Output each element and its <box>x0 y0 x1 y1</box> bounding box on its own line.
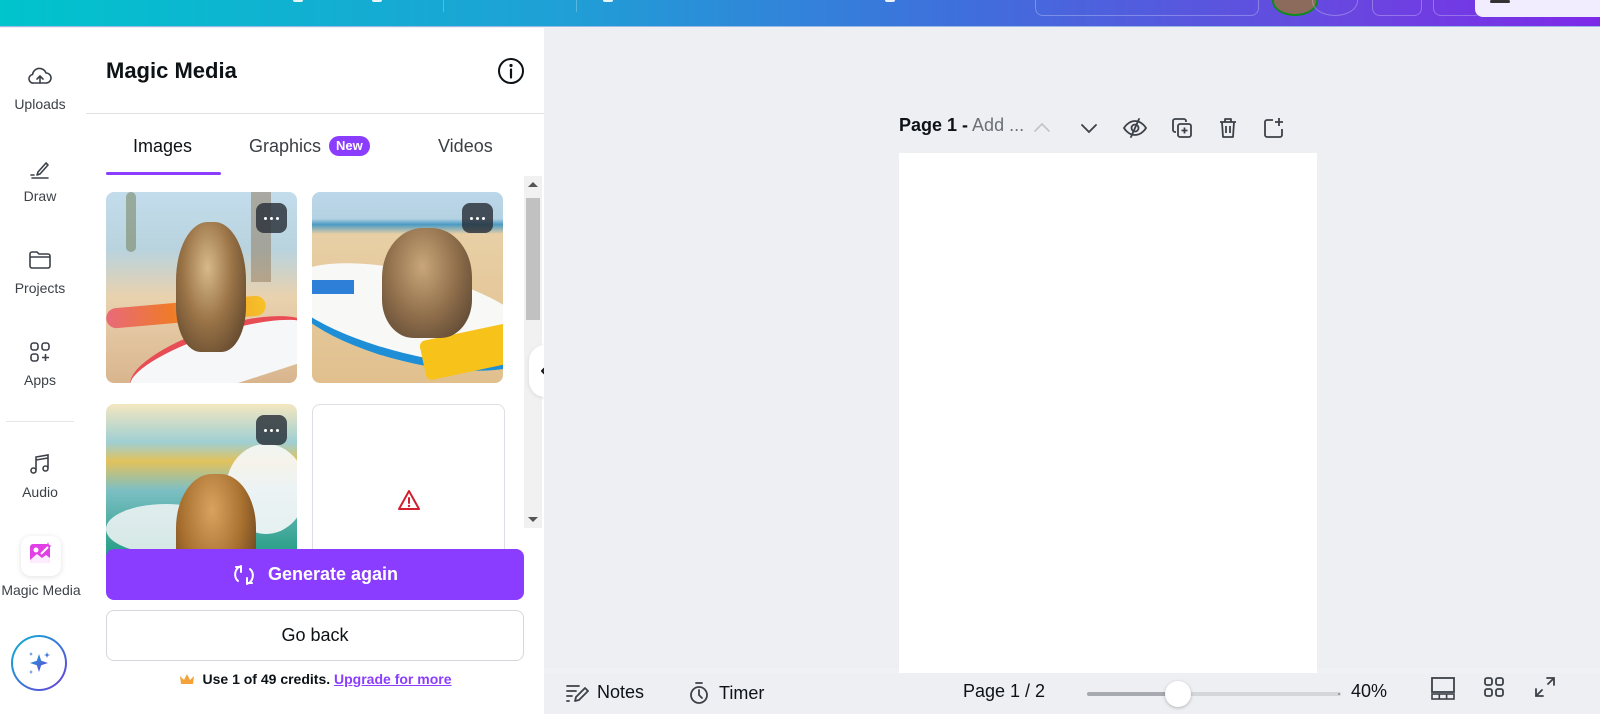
magic-media-panel: Magic Media Images Graphics New Videos G… <box>86 28 544 714</box>
crown-icon <box>179 674 194 684</box>
rail-item-uploads[interactable]: Uploads <box>0 62 80 112</box>
toolbar-icon-fragment[interactable] <box>372 0 382 2</box>
upgrade-link[interactable]: Upgrade for more <box>334 671 451 687</box>
zoom-slider-handle[interactable] <box>1165 681 1191 707</box>
rail-divider <box>6 421 74 422</box>
add-collaborator-button[interactable] <box>1312 0 1358 16</box>
palm-tree-shape <box>126 192 136 252</box>
share-button[interactable] <box>1475 0 1600 17</box>
add-page-icon[interactable] <box>1261 116 1285 140</box>
fullscreen-icon[interactable] <box>1533 675 1557 699</box>
upgrade-button[interactable] <box>1035 0 1259 16</box>
grid-view-icon[interactable] <box>1482 675 1506 699</box>
slider-max-dot <box>1338 693 1340 695</box>
timer-icon <box>690 682 708 704</box>
warning-triangle-icon <box>398 490 420 510</box>
user-avatar[interactable] <box>1272 0 1318 16</box>
analytics-button[interactable] <box>1372 0 1422 16</box>
rail-item-projects[interactable]: Projects <box>0 246 80 296</box>
rail-label: Draw <box>23 188 57 204</box>
zoom-percent-button[interactable]: 40% <box>1351 681 1387 702</box>
toolbar-divider <box>576 0 577 12</box>
zoom-slider[interactable] <box>1087 681 1341 707</box>
credits-notice: Use 1 of 49 credits. Upgrade for more <box>86 671 544 687</box>
cloud-upload-icon <box>28 67 52 84</box>
folder-icon <box>29 251 51 269</box>
results-gallery <box>106 192 506 556</box>
board-logo-shape <box>312 280 354 294</box>
more-options-button[interactable] <box>462 203 493 233</box>
cat-shape <box>176 222 246 352</box>
result-image[interactable] <box>312 192 503 383</box>
toolbar-icon-fragment[interactable] <box>885 0 895 2</box>
notes-icon <box>566 685 589 702</box>
apps-grid-plus-icon <box>30 342 50 362</box>
rail-label: Projects <box>14 280 66 296</box>
chevron-up-icon[interactable] <box>1031 116 1053 140</box>
refresh-icon <box>234 564 254 585</box>
timer-button[interactable]: Timer <box>687 681 764 705</box>
toolbar-icon-fragment[interactable] <box>293 0 303 2</box>
tab-label: Graphics <box>249 136 322 156</box>
result-image[interactable] <box>106 404 297 556</box>
design-page[interactable] <box>899 153 1317 673</box>
go-back-button[interactable]: Go back <box>106 610 524 661</box>
chevron-down-icon[interactable] <box>1078 116 1100 140</box>
panel-title: Magic Media <box>106 58 237 83</box>
panel-divider <box>86 113 544 114</box>
more-options-button[interactable] <box>256 203 287 233</box>
active-tab-indicator <box>106 172 221 175</box>
notes-button[interactable]: Notes <box>565 681 644 703</box>
toolbar-icon-fragment[interactable] <box>603 0 613 2</box>
side-rail: Uploads Draw Projects Apps Audio Magic M… <box>0 28 86 714</box>
rail-label: Audio <box>22 484 58 500</box>
credits-text: Use 1 of 49 credits. <box>202 671 331 687</box>
scroll-up-arrow[interactable] <box>528 182 538 187</box>
top-toolbar <box>0 0 1600 27</box>
editor-footer: Notes Timer Page 1 / 2 40% <box>544 673 1600 714</box>
rail-item-audio[interactable]: Audio <box>0 450 80 500</box>
pen-draw-icon <box>30 162 49 179</box>
rail-label: Uploads <box>14 96 66 112</box>
result-error-tile[interactable] <box>312 404 505 556</box>
rail-label: Magic Media <box>1 582 81 598</box>
scroll-down-arrow[interactable] <box>528 517 538 522</box>
timer-label: Timer <box>719 682 765 703</box>
toolbar-divider <box>443 0 444 12</box>
cat-shape <box>382 228 472 338</box>
thumbnail-view-icon[interactable] <box>1430 675 1456 701</box>
more-options-button[interactable] <box>256 415 287 445</box>
page-label: Page 1 - <box>899 115 969 135</box>
tab-videos[interactable]: Videos <box>438 136 493 157</box>
rail-item-apps[interactable]: Apps <box>0 338 80 388</box>
delete-page-icon[interactable] <box>1216 116 1240 140</box>
notes-label: Notes <box>597 681 645 702</box>
media-type-tabs: Images Graphics New Videos <box>106 128 524 176</box>
page-indicator[interactable]: Page 1 / 2 <box>963 681 1045 702</box>
tab-images[interactable]: Images <box>133 136 192 157</box>
ai-assistant-button[interactable] <box>11 635 67 691</box>
music-note-icon <box>30 454 49 474</box>
duplicate-page-icon[interactable] <box>1170 116 1194 140</box>
scrollbar-thumb[interactable] <box>526 198 540 320</box>
sparkle-assistant-icon <box>29 652 50 674</box>
magic-media-icon <box>30 542 52 563</box>
page-title[interactable]: Page 1 - Add ... <box>899 115 1024 136</box>
hide-page-icon[interactable] <box>1122 116 1148 140</box>
rail-item-draw[interactable]: Draw <box>0 154 80 204</box>
new-badge: New <box>329 136 370 156</box>
button-label: Generate again <box>267 564 399 584</box>
tab-graphics[interactable]: Graphics New <box>249 136 370 157</box>
generate-again-button[interactable]: Generate again <box>106 549 524 600</box>
rail-item-magic-media[interactable]: Magic Media <box>0 536 84 598</box>
rail-label: Apps <box>24 372 56 388</box>
page-title-placeholder[interactable]: Add ... <box>972 115 1024 135</box>
info-icon[interactable] <box>497 57 525 85</box>
result-image[interactable] <box>106 192 297 383</box>
